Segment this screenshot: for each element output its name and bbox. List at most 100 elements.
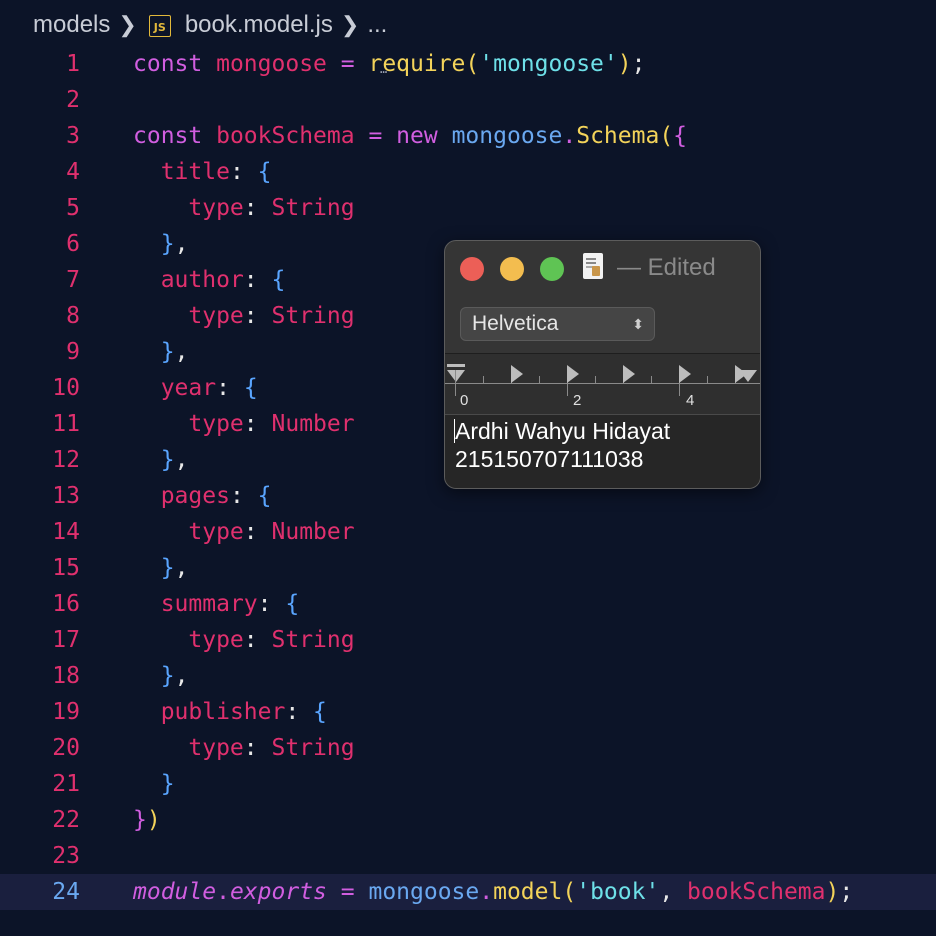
code-text[interactable]: })	[133, 802, 161, 838]
ruler-tick	[651, 376, 652, 383]
line-number: 5	[66, 195, 80, 221]
line-number: 12	[52, 447, 80, 473]
code-line[interactable]: 15 },	[0, 550, 936, 586]
line-number: 9	[66, 339, 80, 365]
code-text[interactable]: type: String	[133, 622, 354, 658]
line-number: 2	[66, 87, 80, 113]
code-text[interactable]: type: String	[133, 730, 354, 766]
document-icon[interactable]	[583, 253, 603, 279]
code-text[interactable]: type: Number	[133, 514, 354, 550]
line-number: 8	[66, 303, 80, 329]
javascript-file-icon: JS	[148, 15, 171, 37]
code-line[interactable]: 20 type: String	[0, 730, 936, 766]
hint-dots: …	[380, 62, 389, 76]
code-text[interactable]: pages: {	[133, 478, 272, 514]
code-text[interactable]: module.exports = mongoose.model('book', …	[133, 874, 853, 910]
chevron-right-icon: ❯	[118, 12, 137, 37]
text-line-2: 215150707111038	[455, 446, 644, 472]
line-number: 16	[52, 591, 80, 617]
code-line[interactable]: 18 },	[0, 658, 936, 694]
code-line[interactable]: 4 title: {	[0, 154, 936, 190]
code-text[interactable]: },	[133, 550, 189, 586]
text-area[interactable]: Ardhi Wahyu Hidayat 215150707111038	[445, 415, 760, 488]
code-text[interactable]: type: String	[133, 190, 354, 226]
breadcrumb-file[interactable]: book.model.js	[185, 11, 333, 39]
code-line[interactable]: 14 type: Number	[0, 514, 936, 550]
code-text[interactable]: }	[133, 766, 175, 802]
code-line[interactable]: 16 summary: {	[0, 586, 936, 622]
code-text[interactable]: },	[133, 442, 189, 478]
code-text[interactable]: year: {	[133, 370, 258, 406]
line-number: 10	[52, 375, 80, 401]
window-titlebar[interactable]: — Edited	[445, 241, 760, 295]
breadcrumb-more[interactable]: ...	[367, 11, 387, 39]
line-number: 1	[66, 51, 80, 77]
line-number: 21	[52, 771, 80, 797]
minimize-window-button[interactable]	[500, 257, 524, 281]
tab-stop-icon[interactable]	[511, 365, 523, 383]
line-number: 17	[52, 627, 80, 653]
code-text[interactable]: const mongoose = require('mongoose');	[133, 46, 645, 82]
window-title: — Edited	[617, 254, 716, 281]
line-number: 24	[52, 879, 80, 905]
line-number: 20	[52, 735, 80, 761]
line-number: 11	[52, 411, 80, 437]
code-text[interactable]: },	[133, 334, 189, 370]
line-number: 15	[52, 555, 80, 581]
code-line[interactable]: 17 type: String	[0, 622, 936, 658]
font-family-select[interactable]: Helvetica ⬍	[460, 307, 655, 341]
chevron-right-icon: ❯	[340, 12, 360, 37]
line-number: 4	[66, 159, 80, 185]
code-text[interactable]: },	[133, 226, 189, 262]
line-number: 18	[52, 663, 80, 689]
close-window-button[interactable]	[460, 257, 484, 281]
tab-stop-icon[interactable]	[623, 365, 635, 383]
code-line[interactable]: 1 const mongoose = require('mongoose');	[0, 46, 936, 82]
breadcrumb: models ❯ JS book.model.js ❯ ...	[33, 8, 387, 42]
code-line[interactable]: 3 const bookSchema = new mongoose.Schema(…	[0, 118, 936, 154]
code-text[interactable]: type: Number	[133, 406, 354, 442]
code-line[interactable]: 24 module.exports = mongoose.model('book'…	[0, 874, 936, 910]
right-margin-marker-icon[interactable]	[739, 370, 757, 382]
font-family-value: Helvetica	[472, 312, 559, 335]
code-line[interactable]: 21 }	[0, 766, 936, 802]
line-number: 23	[52, 843, 80, 869]
ruler-label: 0	[460, 392, 469, 409]
line-number: 13	[52, 483, 80, 509]
code-text[interactable]: const bookSchema = new mongoose.Schema({	[133, 118, 687, 154]
tab-stop-icon[interactable]	[567, 365, 579, 383]
line-number: 22	[52, 807, 80, 833]
ruler[interactable]: 0 2 4	[445, 353, 760, 415]
breadcrumb-folder[interactable]: models	[33, 11, 110, 39]
textedit-window: — Edited Helvetica ⬍ 0 2 4 Ardhi Wahyu H…	[444, 240, 761, 489]
line-number: 7	[66, 267, 80, 293]
code-text[interactable]: publisher: {	[133, 694, 327, 730]
line-number: 19	[52, 699, 80, 725]
line-number: 6	[66, 231, 80, 257]
code-text[interactable]: summary: {	[133, 586, 300, 622]
code-line[interactable]: 23	[0, 838, 936, 874]
code-line[interactable]: 22})	[0, 802, 936, 838]
ruler-tick	[707, 376, 708, 383]
zoom-window-button[interactable]	[540, 257, 564, 281]
code-text[interactable]: type: String	[133, 298, 354, 334]
ruler-label: 4	[686, 392, 695, 409]
ruler-tick	[539, 376, 540, 383]
ruler-label: 2	[573, 392, 582, 409]
line-number: 14	[52, 519, 80, 545]
ruler-baseline	[445, 383, 760, 384]
code-text[interactable]: },	[133, 658, 189, 694]
ruler-tick	[595, 376, 596, 383]
code-text[interactable]: title: {	[133, 154, 272, 190]
code-line[interactable]: 5 type: String	[0, 190, 936, 226]
line-number: 3	[66, 123, 80, 149]
code-line[interactable]: 2	[0, 82, 936, 118]
code-line[interactable]: 19 publisher: {	[0, 694, 936, 730]
ruler-tick	[455, 370, 456, 396]
document-text[interactable]: Ardhi Wahyu Hidayat 215150707111038	[455, 417, 670, 473]
code-text[interactable]: author: {	[133, 262, 286, 298]
tab-stop-icon[interactable]	[679, 365, 691, 383]
ruler-tick	[483, 376, 484, 383]
text-line-1: Ardhi Wahyu Hidayat	[455, 418, 671, 444]
indent-marker-icon[interactable]	[447, 364, 465, 384]
